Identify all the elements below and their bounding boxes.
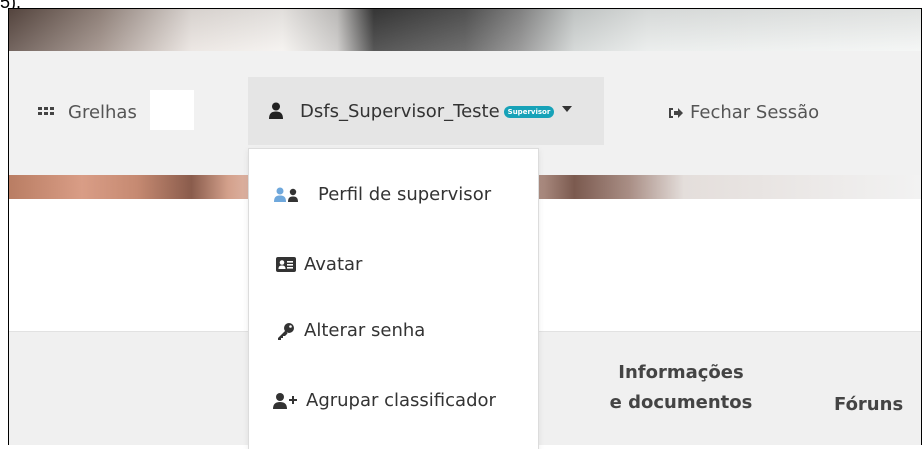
- menu-item-agrupar-label: Agrupar classificador: [306, 390, 496, 411]
- nav-grelhas-label: Grelhas: [68, 102, 137, 123]
- menu-item-avatar-label: Avatar: [304, 254, 363, 275]
- menu-item-alterar-senha-label: Alterar senha: [304, 320, 426, 341]
- menu-item-agrupar[interactable]: Agrupar classificador: [272, 390, 496, 411]
- tab-informacoes-line1: Informações: [618, 362, 744, 383]
- chevron-down-icon: [562, 106, 573, 112]
- logout-label: Fechar Sessão: [690, 102, 820, 123]
- user-plus-icon: [273, 392, 297, 409]
- white-block: [150, 90, 194, 130]
- menu-item-alterar-senha[interactable]: Alterar senha: [276, 320, 425, 341]
- users-icon: [274, 187, 298, 202]
- id-card-icon: [276, 256, 296, 272]
- menu-item-perfil-label: Perfil de supervisor: [318, 184, 492, 205]
- tab-informacoes[interactable]: Informações e documentos: [606, 358, 756, 418]
- user-icon: [269, 102, 283, 119]
- user-menu-toggle[interactable]: Dsfs_Supervisor_Teste Supervisor: [248, 77, 604, 145]
- key-icon: [278, 322, 294, 340]
- supervisor-badge: Supervisor: [503, 106, 555, 118]
- sign-out-icon: [669, 107, 683, 118]
- tab-informacoes-line2: e documentos: [609, 392, 753, 413]
- grid-icon: [38, 106, 54, 115]
- user-name: Dsfs_Supervisor_Teste: [300, 100, 500, 122]
- tab-foruns[interactable]: Fóruns: [834, 394, 903, 415]
- banner-image-top: [9, 9, 921, 51]
- menu-item-avatar[interactable]: Avatar: [276, 254, 362, 275]
- nav-grelhas[interactable]: Grelhas: [38, 102, 137, 123]
- menu-item-perfil[interactable]: Perfil de supervisor: [272, 184, 491, 205]
- logout-link[interactable]: Fechar Sessão: [668, 102, 819, 123]
